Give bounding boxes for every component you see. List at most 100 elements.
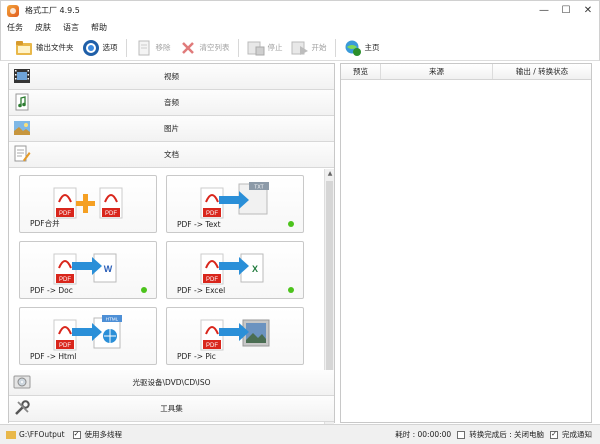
after-convert-label: 转换完成后 : 关闭电脑 xyxy=(469,430,544,439)
category-image[interactable]: 图片 xyxy=(9,116,334,142)
tile-label: PDF -> Doc xyxy=(30,286,73,295)
pdf-text: PDF xyxy=(206,343,218,349)
category-tools-label: 工具集 xyxy=(160,404,183,413)
menu-bar: 任务 皮肤 语言 帮助 xyxy=(0,20,600,35)
maximize-button[interactable]: ☐ xyxy=(555,1,577,21)
options-button[interactable]: 选项 xyxy=(82,37,118,59)
menu-skin[interactable]: 皮肤 xyxy=(35,22,51,33)
category-document-label: 文档 xyxy=(164,150,179,159)
task-list-panel[interactable]: 预览 来源 输出 / 转换状态 xyxy=(340,63,592,423)
category-image-label: 图片 xyxy=(164,124,179,133)
target-badge: TXT xyxy=(254,185,263,191)
menu-language[interactable]: 语言 xyxy=(63,22,79,33)
category-audio-label: 音频 xyxy=(164,98,179,107)
remove-document-icon xyxy=(135,39,153,57)
clear-x-icon xyxy=(179,39,197,57)
output-folder-label: 输出文件夹 xyxy=(36,43,74,52)
options-label: 选项 xyxy=(102,43,118,52)
pdf-text: PDF xyxy=(206,277,218,283)
video-film-icon xyxy=(13,67,31,85)
clear-list-label: 清空列表 xyxy=(199,43,230,52)
toolbar: 输出文件夹 选项 移除 清空列表 停止 开始 主页 xyxy=(0,35,600,61)
tile-label: PDF合并 xyxy=(30,219,60,228)
audio-note-icon xyxy=(13,93,31,111)
folder-icon xyxy=(15,39,33,57)
home-button[interactable]: 主页 xyxy=(344,37,380,59)
close-button[interactable]: ✕ xyxy=(577,1,599,21)
category-optical[interactable]: 光驱设备\DVD\CD\ISO xyxy=(9,370,334,396)
tile-pdf-to-pic[interactable]: PDF PDF -> Pic xyxy=(166,307,304,365)
minimize-button[interactable]: — xyxy=(533,1,555,21)
output-folder-status-icon xyxy=(6,430,16,439)
status-dot xyxy=(288,287,294,293)
pdf-to-doc-icon: PDF W xyxy=(53,253,117,285)
title-bar: 格式工厂 4.9.5 — ☐ ✕ xyxy=(0,0,600,20)
options-gear-icon xyxy=(82,39,100,57)
column-source[interactable]: 来源 xyxy=(381,64,493,79)
status-dot xyxy=(141,287,147,293)
stop-label: 停止 xyxy=(267,43,283,52)
output-folder-button[interactable]: 输出文件夹 xyxy=(15,37,74,59)
remove-label: 移除 xyxy=(155,43,171,52)
tile-label: PDF -> Pic xyxy=(177,352,216,361)
document-edit-icon xyxy=(13,145,31,163)
start-button[interactable]: 开始 xyxy=(291,37,327,59)
category-document[interactable]: 文档 xyxy=(9,142,334,168)
notify-checkbox[interactable]: ✓ xyxy=(550,430,558,439)
app-logo-icon xyxy=(7,4,19,17)
output-path[interactable]: G:\FFOutput xyxy=(19,430,65,439)
elapsed-time: 耗时 : 00:00:00 xyxy=(395,430,452,439)
status-dot xyxy=(288,221,294,227)
pdf-text: PDF xyxy=(105,211,117,217)
category-audio[interactable]: 音频 xyxy=(9,90,334,116)
home-label: 主页 xyxy=(364,43,380,52)
category-optical-label: 光驱设备\DVD\CD\ISO xyxy=(132,378,211,387)
pdf-to-excel-icon: PDF X xyxy=(200,253,264,285)
remove-button[interactable]: 移除 xyxy=(135,37,171,59)
window-title: 格式工厂 4.9.5 xyxy=(25,6,80,15)
stop-icon xyxy=(247,39,265,57)
tile-label: PDF -> Excel xyxy=(177,286,226,295)
tile-pdf-to-text[interactable]: PDF TXT PDF -> Text xyxy=(166,175,304,233)
target-badge: HTML xyxy=(106,317,119,322)
clear-list-button[interactable]: 清空列表 xyxy=(179,37,230,59)
menu-task[interactable]: 任务 xyxy=(7,22,23,33)
category-video[interactable]: 视频 xyxy=(9,64,334,90)
after-convert-checkbox[interactable] xyxy=(457,430,466,439)
toolbar-separator xyxy=(125,38,127,57)
target-badge: W xyxy=(104,264,113,274)
pdf-to-text-icon: PDF TXT xyxy=(200,182,269,219)
pdf-text: PDF xyxy=(206,211,218,217)
image-picture-icon xyxy=(13,119,31,137)
tile-label: PDF -> Text xyxy=(177,220,221,229)
pdf-to-pic-icon: PDF xyxy=(200,319,270,351)
pdf-text: PDF xyxy=(59,211,71,217)
start-icon xyxy=(291,39,309,57)
tile-pdf-to-excel[interactable]: PDF X PDF -> Excel xyxy=(166,241,304,299)
tile-pdf-to-doc[interactable]: PDF W PDF -> Doc xyxy=(19,241,157,299)
tile-pdf-merge[interactable]: PDF PDF PDF合并 xyxy=(19,175,157,233)
multithread-label: 使用多线程 xyxy=(84,430,123,439)
pdf-to-html-icon: PDF HTML xyxy=(53,315,122,351)
multithread-checkbox[interactable]: ✓ xyxy=(72,430,81,439)
status-bar: G:\FFOutput ✓ 使用多线程 耗时 : 00:00:00 转换完成后 … xyxy=(0,424,600,444)
toolbar-separator xyxy=(334,38,336,57)
category-panel: 视频 音频 图片 文档 PDF PDF PDF合并 PDF TXT PDF ->… xyxy=(8,63,335,432)
start-label: 开始 xyxy=(311,43,327,52)
home-globe-icon xyxy=(344,39,362,57)
notify-label: 完成通知 xyxy=(562,430,592,439)
scroll-up-icon[interactable]: ▲ xyxy=(325,169,335,179)
pdf-text: PDF xyxy=(59,277,71,283)
menu-help[interactable]: 帮助 xyxy=(91,22,107,33)
column-preview[interactable]: 预览 xyxy=(341,64,381,79)
category-tools[interactable]: 工具集 xyxy=(9,396,334,422)
pdf-text: PDF xyxy=(59,343,71,349)
optical-drive-icon xyxy=(13,373,31,391)
target-badge: X xyxy=(252,264,258,274)
category-video-label: 视频 xyxy=(164,72,179,81)
tile-pdf-to-html[interactable]: PDF HTML PDF -> Html xyxy=(19,307,157,365)
task-list-header: 预览 来源 输出 / 转换状态 xyxy=(341,64,591,80)
stop-button[interactable]: 停止 xyxy=(247,37,283,59)
toolbar-separator xyxy=(237,38,239,57)
column-output-status[interactable]: 输出 / 转换状态 xyxy=(493,64,591,79)
